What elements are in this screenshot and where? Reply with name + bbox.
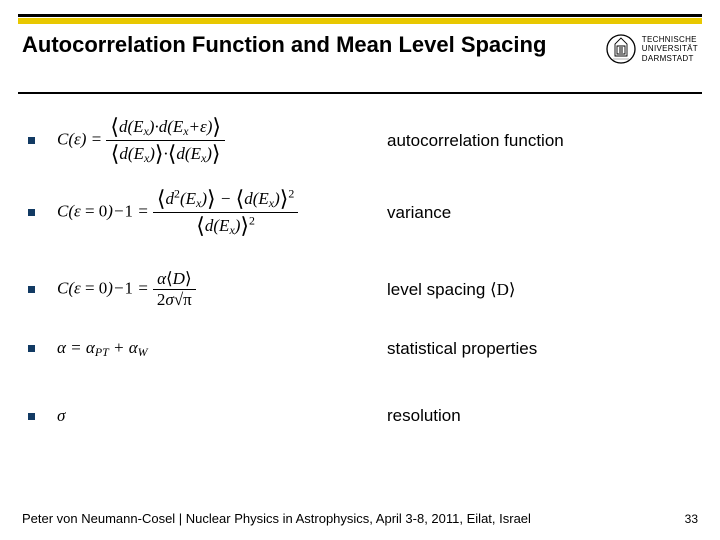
bullet-row: σ resolution bbox=[28, 406, 692, 426]
label-text-pre: level spacing bbox=[387, 280, 490, 299]
slide-footer: Peter von Neumann-Cosel | Nuclear Physic… bbox=[22, 511, 698, 526]
bullet-row: C(ε = 0)−1 = α⟨D⟩ 2σ√π level spacing ⟨D⟩ bbox=[28, 269, 692, 310]
slide-body: C(ε) = ⟨d(Ex)·d(Ex+ε)⟩ ⟨d(Ex)⟩·⟨d(Ex)⟩ a… bbox=[28, 106, 692, 488]
bullet-icon bbox=[28, 286, 35, 293]
page-title: Autocorrelation Function and Mean Level … bbox=[22, 32, 546, 58]
bullet-icon bbox=[28, 413, 35, 420]
bullet-row: C(ε = 0)−1 = ⟨d2(Ex)⟩ − ⟨d(Ex)⟩2 ⟨d(Ex)⟩… bbox=[28, 186, 692, 239]
affiliation-line2: UNIVERSITÄT bbox=[642, 44, 698, 53]
footer-text: Peter von Neumann-Cosel | Nuclear Physic… bbox=[22, 511, 531, 526]
label-text-mid: ⟨D⟩ bbox=[490, 280, 516, 299]
bullet-icon bbox=[28, 137, 35, 144]
bullet-row: C(ε) = ⟨d(Ex)·d(Ex+ε)⟩ ⟨d(Ex)⟩·⟨d(Ex)⟩ a… bbox=[28, 114, 692, 167]
divider-title-underline bbox=[18, 92, 702, 94]
formula-variance: C(ε = 0)−1 = ⟨d2(Ex)⟩ − ⟨d(Ex)⟩2 ⟨d(Ex)⟩… bbox=[57, 186, 387, 239]
formula-label: variance bbox=[387, 203, 451, 223]
divider-top-yellow bbox=[18, 18, 702, 24]
bullet-row: α = αPT + αW statistical properties bbox=[28, 338, 692, 360]
divider-top-black bbox=[18, 14, 702, 17]
affiliation-text: TECHNISCHE UNIVERSITÄT DARMSTADT bbox=[642, 35, 698, 63]
formula-label: autocorrelation function bbox=[387, 131, 564, 151]
formula-label: statistical properties bbox=[387, 339, 537, 359]
athena-icon bbox=[606, 34, 636, 64]
bullet-icon bbox=[28, 209, 35, 216]
page-number: 33 bbox=[685, 512, 698, 526]
bullet-icon bbox=[28, 345, 35, 352]
formula-label: resolution bbox=[387, 406, 461, 426]
formula-alpha: α = αPT + αW bbox=[57, 338, 387, 360]
affiliation-line3: DARMSTADT bbox=[642, 54, 698, 63]
formula-label: level spacing ⟨D⟩ bbox=[387, 280, 516, 300]
slide-header: Autocorrelation Function and Mean Level … bbox=[22, 32, 698, 90]
formula-sigma: σ bbox=[57, 406, 387, 426]
affiliation-logo: TECHNISCHE UNIVERSITÄT DARMSTADT bbox=[606, 32, 698, 64]
formula-level-spacing: C(ε = 0)−1 = α⟨D⟩ 2σ√π bbox=[57, 269, 387, 310]
affiliation-line1: TECHNISCHE bbox=[642, 35, 698, 44]
formula-autocorrelation: C(ε) = ⟨d(Ex)·d(Ex+ε)⟩ ⟨d(Ex)⟩·⟨d(Ex)⟩ bbox=[57, 114, 387, 167]
title-line1: Autocorrelation Function and Mean Level … bbox=[22, 32, 546, 57]
